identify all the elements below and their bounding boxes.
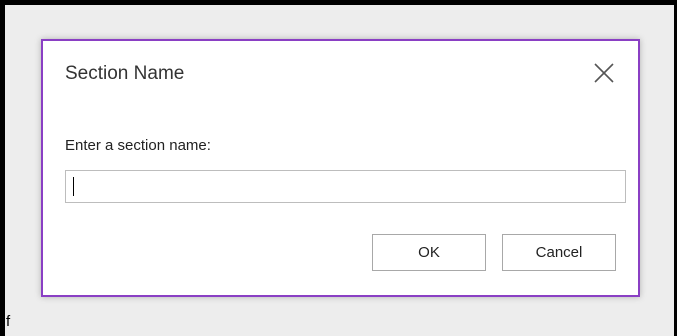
section-name-label: Enter a section name: <box>65 137 211 154</box>
dialog-title: Section Name <box>65 63 185 84</box>
section-name-input[interactable] <box>65 170 626 203</box>
text-caret <box>73 177 74 196</box>
cancel-button[interactable]: Cancel <box>502 234 616 271</box>
close-button[interactable] <box>591 60 617 86</box>
close-icon <box>594 63 614 83</box>
section-name-dialog: Section Name Enter a section name: OK Ca… <box>41 39 640 297</box>
ok-button[interactable]: OK <box>372 234 486 271</box>
background-text: f <box>6 313 11 330</box>
